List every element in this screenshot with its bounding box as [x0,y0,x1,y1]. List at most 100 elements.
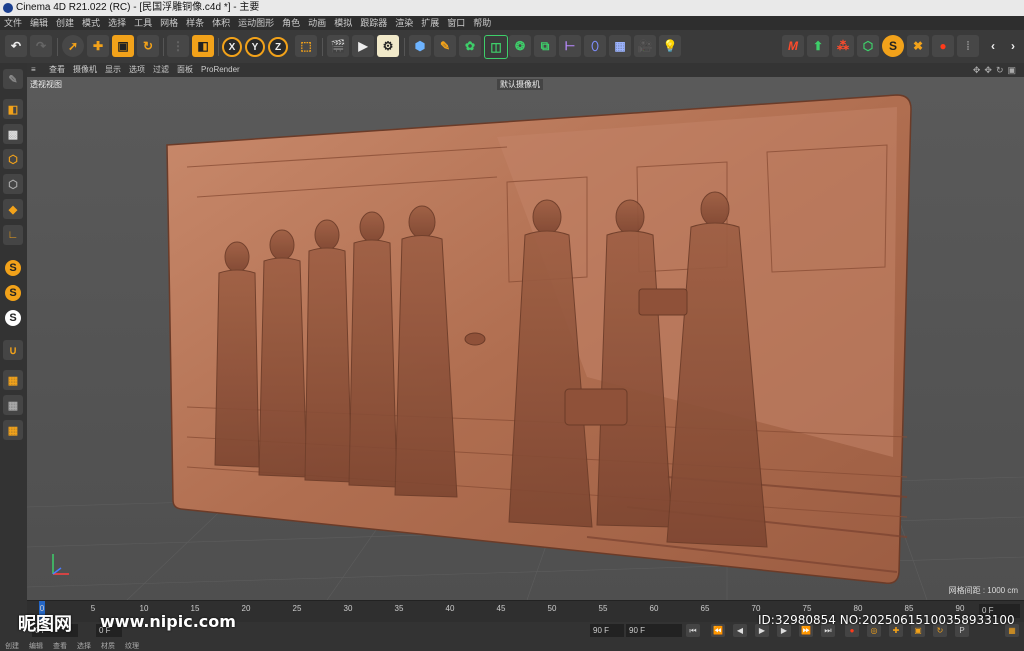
x-axis-icon[interactable]: X [222,37,242,57]
menu-character[interactable]: 角色 [278,16,304,30]
menu-spline[interactable]: 样条 [182,16,208,30]
timeline-tick: 35 [394,604,404,613]
snap-s2-icon[interactable]: S [5,285,21,301]
menu-render[interactable]: 渲染 [391,16,417,30]
end-frame-field[interactable]: 90 F [626,624,682,637]
lock-workplane-icon[interactable]: ▦ [3,395,23,415]
timeline-tick: 50 [547,604,557,613]
paint-icon[interactable]: ● [932,35,954,57]
render-region-icon[interactable]: 🎬 [327,35,349,57]
menu-tools[interactable]: 工具 [130,16,156,30]
snap-s3-icon[interactable]: S [5,310,21,326]
recent-icon[interactable]: ⋮ [167,35,189,57]
window-titlebar: Cinema 4D R21.022 (RC) - [民国浮雕铜像.c4d *] … [0,0,1024,16]
viewport-nav-icons[interactable]: ✥✥↻▣ [973,63,1020,77]
menu-create[interactable]: 创建 [52,16,78,30]
bronze-relief-model[interactable] [27,77,1024,600]
timeline-tick: 85 [904,604,914,613]
menubar: 文件 编辑 创建 模式 选择 工具 网格 样条 体积 运动图形 角色 动画 模拟 跟踪器 渲染 扩展 窗口 帮助 [0,16,1024,30]
timeline-tick: 80 [853,604,863,613]
viewport-menu-filter[interactable]: 过滤 [149,63,173,77]
watermark-logo: 昵图网 [18,614,72,635]
menu-extensions[interactable]: 扩展 [417,16,443,30]
model-mode-icon[interactable]: ◧ [3,99,23,119]
hamburger-icon[interactable]: ≡ [31,63,41,77]
polygons-mode-icon[interactable]: ◆ [3,199,23,219]
menu-window[interactable]: 窗口 [443,16,469,30]
pen-icon[interactable]: ✎ [434,35,456,57]
floor-icon[interactable]: ▦ [609,35,631,57]
left-tool-palette: ✎ ◧ ▩ ⬡ ⬡ ◆ ∟ S S S ∪ ▦ ▦ ▦ [0,63,28,600]
array-icon[interactable]: ❂ [509,35,531,57]
magnet-icon[interactable]: ∪ [3,340,23,360]
viewport-menu-display[interactable]: 显示 [101,63,125,77]
motion-icon[interactable]: ⁂ [832,35,854,57]
preview-end-field[interactable]: 90 F [590,624,624,637]
undo-icon[interactable]: ↶ [5,35,27,57]
viewport-menu: ≡ 查看 摄像机 显示 选项 过滤 面板 ProRender ✥✥↻▣ [27,63,1024,77]
points-mode-icon[interactable]: ⬡ [3,149,23,169]
dynamics-icon[interactable]: ⬡ [857,35,879,57]
y-axis-icon[interactable]: Y [245,37,265,57]
z-axis-icon[interactable]: Z [268,37,288,57]
cube-icon[interactable]: ⬢ [409,35,431,57]
grid-spacing-info: 网格间距 : 1000 cm [948,586,1018,595]
extrude-icon[interactable]: ◫ [484,35,508,59]
timeline-tick: 65 [700,604,710,613]
snap-icon[interactable]: ✖ [907,35,929,57]
viewport-solo-icon[interactable]: ▦ [3,420,23,440]
menu-file[interactable]: 文件 [0,16,26,30]
viewport-menu-prorender[interactable]: ProRender [197,63,244,77]
menu-mode[interactable]: 模式 [78,16,104,30]
render-settings-icon[interactable]: ⚙ [377,35,399,57]
watermark-id: ID:32980854 NO:20250615100358933100 [758,613,1015,627]
subdivision-icon[interactable]: ✿ [459,35,481,57]
snap-s-icon[interactable]: S [5,260,21,276]
sketch-icon[interactable]: S [882,35,904,57]
edges-mode-icon[interactable]: ⬡ [3,174,23,194]
make-editable-icon[interactable]: ✎ [3,69,23,89]
camera-icon[interactable]: 🎥 [634,35,656,57]
render-view-icon[interactable]: ▶ [352,35,374,57]
instance-icon[interactable]: ⧉ [534,35,556,57]
menu-tracker[interactable]: 跟踪器 [356,16,391,30]
mograph-icon[interactable]: M [782,35,804,57]
menu-mograph[interactable]: 运动图形 [234,16,278,30]
viewport-menu-options[interactable]: 选项 [125,63,149,77]
perspective-viewport[interactable]: 透视视图 默认摄像机 网格间距 : 1000 cm [27,77,1024,600]
prev-frame-icon[interactable]: ◀ [733,624,747,637]
redo-icon[interactable]: ↷ [30,35,52,57]
rotate-icon[interactable]: ↻ [137,35,159,57]
light-icon[interactable]: 💡 [659,35,681,57]
viewport-menu-view[interactable]: 查看 [45,63,69,77]
nav-next-icon[interactable]: › [1002,35,1024,57]
coordinate-icon[interactable]: ⬚ [295,35,317,57]
viewport-menu-cameras[interactable]: 摄像机 [69,63,101,77]
goto-start-icon[interactable]: ⏮ [686,624,700,637]
model-mode-icon[interactable]: ◧ [192,35,214,57]
menu-volume[interactable]: 体积 [208,16,234,30]
move-icon[interactable]: ✚ [87,35,109,57]
viewport-view-name: 透视视图 [30,80,62,89]
menu-simulate[interactable]: 模拟 [330,16,356,30]
menu-edit[interactable]: 编辑 [26,16,52,30]
select-icon[interactable]: ➚ [62,35,84,57]
menu-help[interactable]: 帮助 [469,16,495,30]
scale-icon[interactable]: ▣ [112,35,134,57]
menu-select[interactable]: 选择 [104,16,130,30]
prev-key-icon[interactable]: ⏪ [711,624,725,637]
axis-mode-icon[interactable]: ∟ [3,225,23,245]
timeline-tick: 20 [241,604,251,613]
character-icon[interactable]: ⬆ [807,35,829,57]
nav-prev-icon[interactable]: ‹ [982,35,1004,57]
texture-mode-icon[interactable]: ▩ [3,124,23,144]
deformer-icon[interactable]: ⊢ [559,35,581,57]
layout-icon[interactable]: ⁞ [957,35,979,57]
scene-icon[interactable]: ⬯ [584,35,606,57]
menu-mesh[interactable]: 网格 [156,16,182,30]
workplane-icon[interactable]: ▦ [3,370,23,390]
viewport-camera-name[interactable]: 默认摄像机 [497,79,543,90]
menu-animate[interactable]: 动画 [304,16,330,30]
timeline-tick: 55 [598,604,608,613]
viewport-menu-panel[interactable]: 面板 [173,63,197,77]
